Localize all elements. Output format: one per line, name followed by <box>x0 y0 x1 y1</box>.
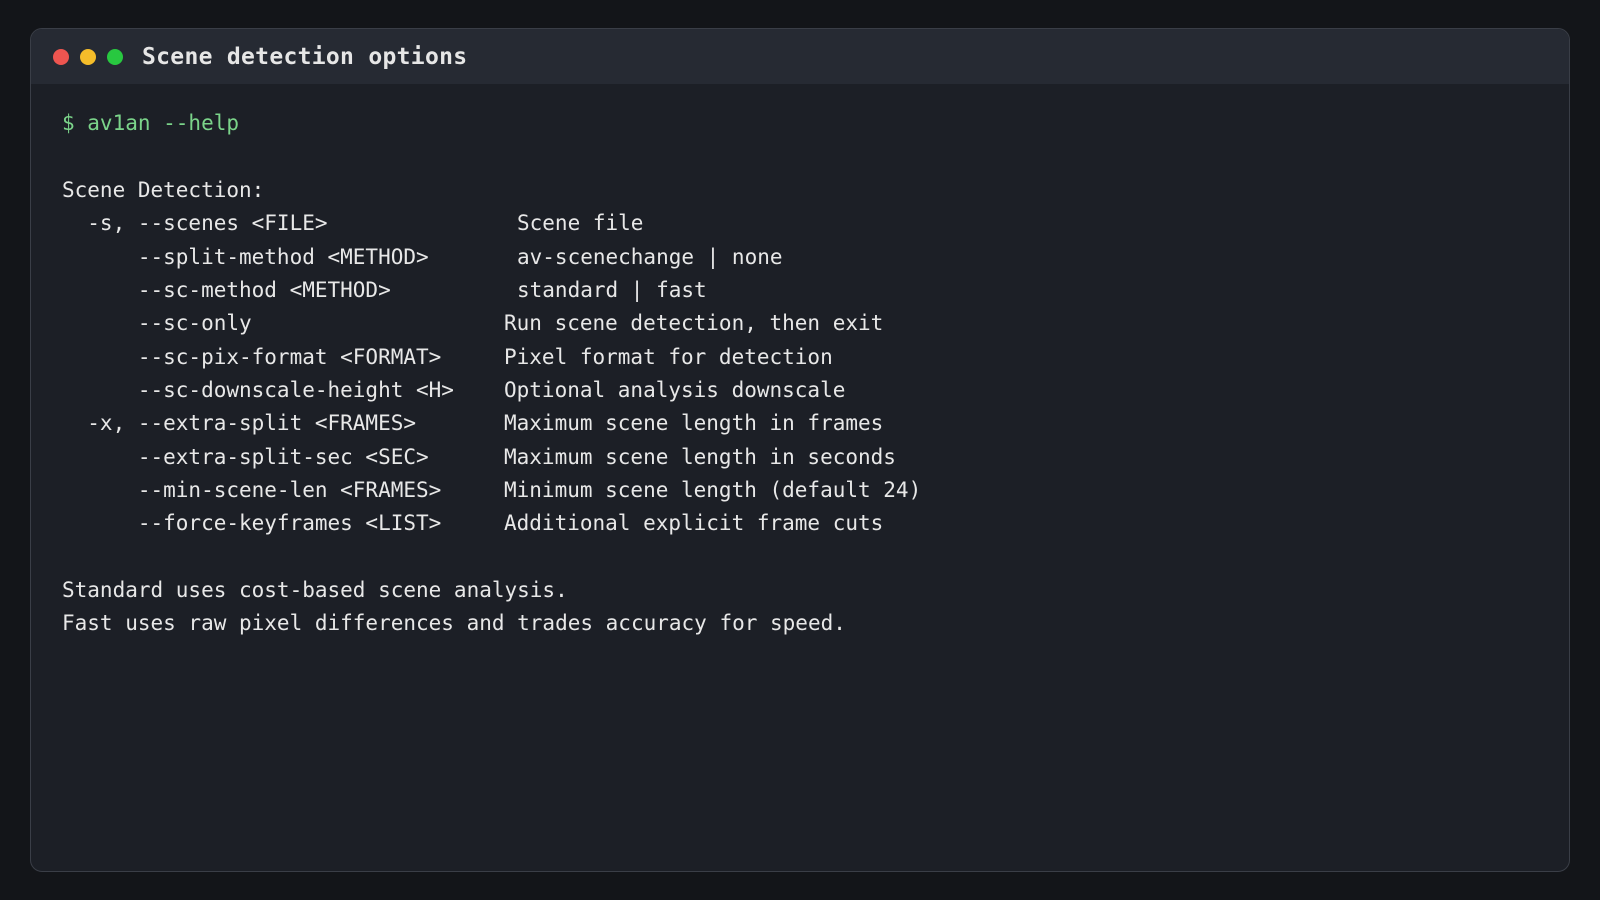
command-prompt: $ av1an --help <box>62 111 240 135</box>
option-description: Run scene detection, then exit <box>504 311 884 335</box>
option-flag: --sc-pix-format <FORMAT> <box>62 345 442 369</box>
minimize-icon[interactable] <box>80 48 96 65</box>
option-flag: --sc-method <METHOD> <box>62 278 391 302</box>
option-flag: --force-keyframes <LIST> <box>62 511 442 535</box>
option-flag: --min-scene-len <FRAMES> <box>62 478 442 502</box>
title-bar: Scene detection options <box>31 29 1569 84</box>
close-icon[interactable] <box>53 48 69 65</box>
note-line: Standard uses cost-based scene analysis. <box>62 578 568 602</box>
option-flag: -s, --scenes <FILE> <box>62 211 328 235</box>
maximize-icon[interactable] <box>107 48 123 65</box>
section-header: Scene Detection: <box>62 178 265 202</box>
option-description: Minimum scene length (default 24) <box>504 478 922 502</box>
option-description: Pixel format for detection <box>504 345 833 369</box>
option-description: Maximum scene length in seconds <box>504 445 896 469</box>
option-flag: --sc-downscale-height <H> <box>62 378 454 402</box>
option-flag: --sc-only <box>62 311 252 335</box>
option-flag: -x, --extra-split <FRAMES> <box>62 411 417 435</box>
option-description: Optional analysis downscale <box>504 378 846 402</box>
option-description: Scene file <box>517 211 644 235</box>
option-description: standard | fast <box>517 278 707 302</box>
option-description: Maximum scene length in frames <box>504 411 884 435</box>
option-description: Additional explicit frame cuts <box>504 511 884 535</box>
option-flag: --split-method <METHOD> <box>62 245 429 269</box>
note-line: Fast uses raw pixel differences and trad… <box>62 611 846 635</box>
option-description: av-scenechange | none <box>517 245 783 269</box>
window-title: Scene detection options <box>142 43 468 70</box>
option-flag: --extra-split-sec <SEC> <box>62 445 429 469</box>
terminal-window: Scene detection options $ av1an --help S… <box>30 28 1570 872</box>
